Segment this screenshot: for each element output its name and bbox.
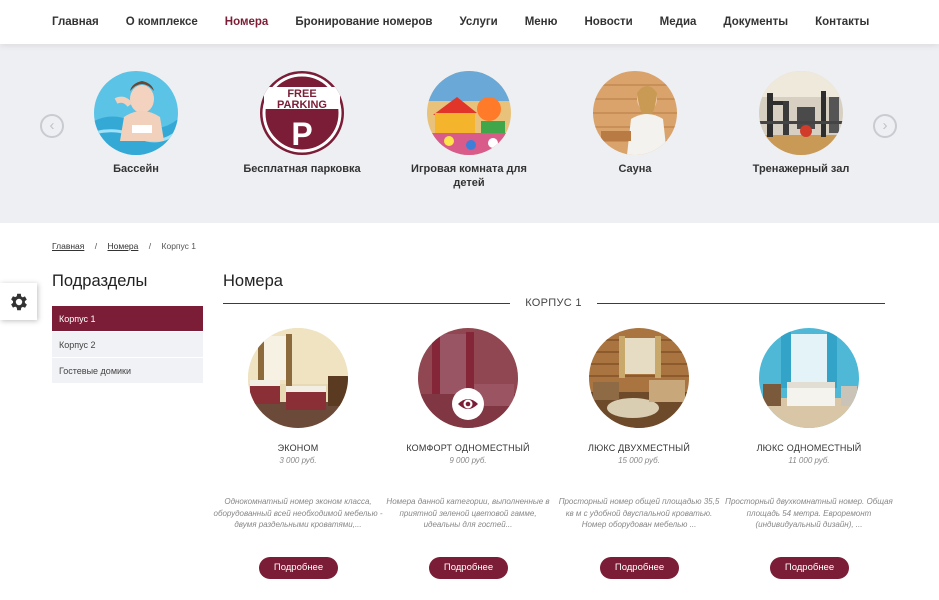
breadcrumb-separator: / <box>94 241 98 251</box>
room-details-button[interactable]: Подробнее <box>770 557 849 579</box>
room-price: 3 000 руб. <box>279 456 317 465</box>
breadcrumb: Главная / Номера / Корпус 1 <box>52 241 196 251</box>
room-image[interactable] <box>589 328 689 428</box>
main-navigation: Главная О комплексе Номера Бронирование … <box>0 0 939 44</box>
nav-item-rooms[interactable]: Номера <box>225 16 269 28</box>
sidebar-item-building-1[interactable]: Корпус 1 <box>52 306 203 332</box>
breadcrumb-rooms-link[interactable]: Номера <box>107 241 138 251</box>
nav-item-contacts[interactable]: Контакты <box>815 16 869 28</box>
nav-item-news[interactable]: Новости <box>584 16 632 28</box>
room-image[interactable] <box>759 328 859 428</box>
section-label: КОРПУС 1 <box>525 297 582 309</box>
breadcrumb-current: Корпус 1 <box>161 241 197 251</box>
room-price: 11 000 руб. <box>788 456 830 465</box>
room-description: Однокомнатный номер эконом класса, обору… <box>213 497 383 529</box>
feature-pool[interactable]: Бассейн <box>66 71 206 176</box>
room-price: 15 000 руб. <box>618 456 660 465</box>
divider <box>223 303 510 304</box>
room-description: Просторный двухкомнатный номер. Общая пл… <box>725 497 893 529</box>
pool-image <box>94 71 178 155</box>
chevron-left-icon: ‹ <box>49 117 55 134</box>
sauna-image <box>593 71 677 155</box>
room-image[interactable] <box>418 328 518 428</box>
room-card: КОМФОРТ ОДНОМЕСТНЫЙ 9 000 руб. Номера да… <box>383 328 553 579</box>
feature-kids-room[interactable]: Игровая комната для детей <box>399 71 539 190</box>
features-carousel: ‹ › Бассейн FREE PARKING P Бесплатная па… <box>0 44 939 223</box>
parking-image: FREE PARKING P <box>260 71 344 155</box>
settings-button[interactable] <box>0 283 37 320</box>
kids-room-image <box>427 71 511 155</box>
room-details-button[interactable]: Подробнее <box>600 557 679 579</box>
feature-sauna[interactable]: Сауна <box>565 71 705 176</box>
divider <box>597 303 885 304</box>
room-price: 9 000 руб. <box>449 456 487 465</box>
carousel-prev-button[interactable]: ‹ <box>40 114 64 138</box>
parking-badge-letter: P <box>291 116 312 152</box>
feature-gym[interactable]: Тренажерный зал <box>731 71 871 176</box>
gym-image <box>759 71 843 155</box>
feature-label: Игровая комната для детей <box>411 163 527 189</box>
feature-label: Бассейн <box>113 163 159 175</box>
page-title: Номера <box>223 272 283 290</box>
sidebar-menu: Корпус 1 Корпус 2 Гостевые домики <box>52 306 203 384</box>
room-card: ЛЮКС ОДНОМЕСТНЫЙ 11 000 руб. Просторный … <box>724 328 894 579</box>
feature-label: Бесплатная парковка <box>243 163 361 175</box>
room-card: ЭКОНОМ 3 000 руб. Однокомнатный номер эк… <box>213 328 383 579</box>
breadcrumb-home-link[interactable]: Главная <box>52 241 84 251</box>
room-name: ЛЮКС ДВУХМЕСТНЫЙ <box>588 443 690 453</box>
room-name: КОМФОРТ ОДНОМЕСТНЫЙ <box>406 443 530 453</box>
eye-icon[interactable] <box>452 388 484 420</box>
room-description: Просторный номер общей площадью 35,5 кв … <box>558 497 720 529</box>
nav-item-home[interactable]: Главная <box>52 16 99 28</box>
nav-item-documents[interactable]: Документы <box>723 16 788 28</box>
room-name: ЛЮКС ОДНОМЕСТНЫЙ <box>756 443 862 453</box>
nav-item-services[interactable]: Услуги <box>459 16 497 28</box>
feature-parking[interactable]: FREE PARKING P Бесплатная парковка <box>232 71 372 176</box>
breadcrumb-separator: / <box>148 241 152 251</box>
nav-item-about[interactable]: О комплексе <box>126 16 198 28</box>
chevron-right-icon: › <box>882 117 888 134</box>
nav-item-menu[interactable]: Меню <box>525 16 558 28</box>
room-details-button[interactable]: Подробнее <box>259 557 338 579</box>
sidebar-item-guest-houses[interactable]: Гостевые домики <box>52 358 203 384</box>
parking-badge-parking: PARKING <box>277 99 327 111</box>
room-details-button[interactable]: Подробнее <box>429 557 508 579</box>
room-name: ЭКОНОМ <box>277 443 319 453</box>
nav-item-booking[interactable]: Бронирование номеров <box>295 16 432 28</box>
carousel-next-button[interactable]: › <box>873 114 897 138</box>
room-image[interactable] <box>248 328 348 428</box>
gear-icon <box>10 293 27 310</box>
sidebar-title: Подразделы <box>52 272 148 290</box>
sidebar-item-building-2[interactable]: Корпус 2 <box>52 332 203 358</box>
nav-item-media[interactable]: Медиа <box>660 16 697 28</box>
feature-label: Тренажерный зал <box>752 163 850 175</box>
room-description: Номера данной категории, выполненные в п… <box>386 497 550 529</box>
feature-label: Сауна <box>618 163 652 175</box>
room-card: ЛЮКС ДВУХМЕСТНЫЙ 15 000 руб. Просторный … <box>554 328 724 579</box>
